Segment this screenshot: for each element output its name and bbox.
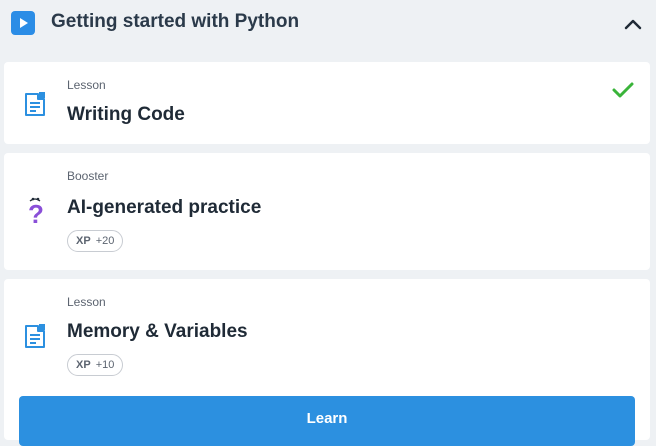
lesson-document-icon [24,323,46,354]
lesson-document-icon [24,91,46,122]
play-icon [11,11,35,35]
card-title: AI-generated practice [67,197,262,218]
xp-badge: XP +20 [67,230,124,252]
chevron-up-icon[interactable] [621,14,645,34]
question-mark-icon: ? [26,195,46,232]
card-kind-label: Lesson [67,295,106,309]
booster-card-ai-practice[interactable]: ? Booster AI-generated practice XP +20 [4,153,650,270]
checkmark-icon [611,80,635,105]
card-title: Memory & Variables [67,321,248,342]
section-title: Getting started with Python [51,11,300,32]
xp-value: +20 [95,235,115,247]
learn-button[interactable]: Learn [19,396,635,446]
card-kind-label: Lesson [67,78,106,92]
lesson-card-writing-code[interactable]: Lesson Writing Code [4,62,650,144]
xp-badge: XP +10 [67,354,124,376]
xp-label: XP [76,235,91,247]
card-title: Writing Code [67,104,185,125]
section-header[interactable]: Getting started with Python [0,0,656,48]
xp-label: XP [76,359,91,371]
xp-value: +10 [95,359,115,371]
card-kind-label: Booster [67,169,109,183]
svg-text:?: ? [28,199,44,227]
